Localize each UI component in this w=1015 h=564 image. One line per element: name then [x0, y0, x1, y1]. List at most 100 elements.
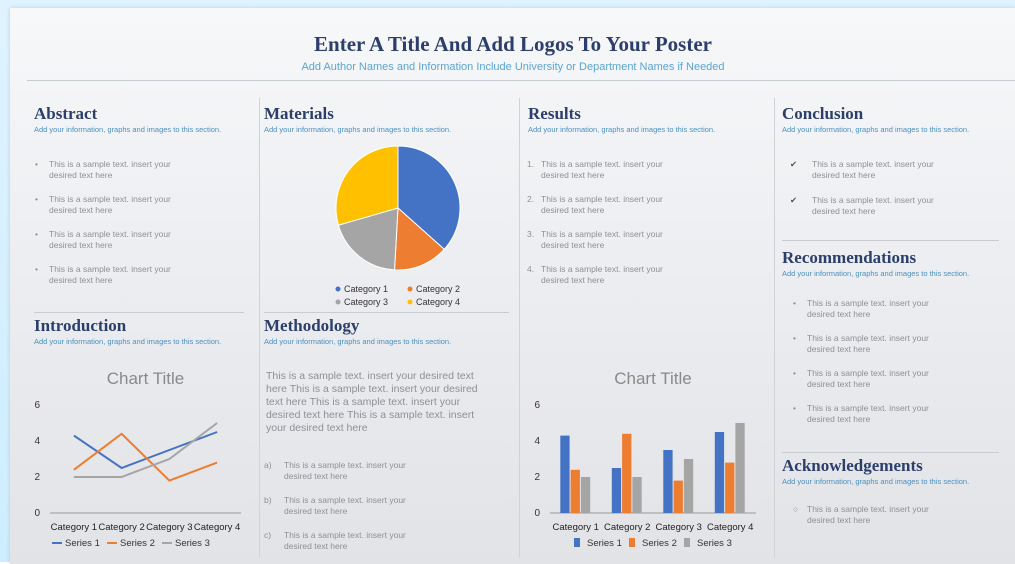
- legend-label: Series 2: [642, 538, 677, 549]
- list-item-text: This is a sample text. insert your desir…: [807, 368, 929, 389]
- list-marker: 4.: [527, 264, 535, 274]
- section-divider: [34, 312, 244, 313]
- bar: [673, 480, 683, 513]
- section-divider: [264, 312, 509, 313]
- column-divider: [519, 98, 520, 558]
- bar: [611, 468, 622, 513]
- x-tick-label: Category 4: [707, 522, 753, 533]
- list-item-text: This is a sample text. insert your desir…: [541, 159, 663, 180]
- list-item-text: This is a sample text. insert your desir…: [541, 194, 663, 215]
- materials-title: Materials: [264, 104, 334, 123]
- list-item-text: This is a sample text. insert your desir…: [807, 333, 929, 354]
- acknowledgements-title: Acknowledgements: [782, 456, 923, 475]
- list-marker: 2.: [527, 194, 535, 204]
- list-marker: 3.: [527, 229, 535, 239]
- bar: [725, 462, 735, 513]
- legend-swatch: [407, 286, 413, 292]
- list-marker: a): [264, 460, 272, 470]
- list-marker: •: [793, 403, 796, 413]
- list-marker: ✔: [790, 195, 798, 205]
- legend-swatch: [574, 538, 580, 547]
- abstract-title: Abstract: [34, 104, 98, 123]
- list-marker: ○: [793, 504, 799, 514]
- list-marker: •: [35, 229, 38, 239]
- y-tick-label: 0: [534, 508, 540, 519]
- bar: [632, 477, 642, 513]
- list-item-text: This is a sample text. insert your desir…: [807, 403, 929, 424]
- list-item-text: This is a sample text. insert your desir…: [284, 460, 406, 481]
- list-item-text: This is a sample text. insert your desir…: [49, 159, 171, 180]
- series-line: [73, 431, 218, 470]
- acknowledgements-subtitle: Add your information, graphs and images …: [782, 477, 970, 486]
- x-tick-label: Category 4: [194, 522, 240, 533]
- x-tick-label: Category 2: [604, 522, 650, 533]
- y-tick-label: 2: [534, 472, 540, 483]
- legend-label: Category 2: [416, 284, 460, 294]
- legend-swatch: [407, 299, 413, 305]
- y-tick-label: 4: [34, 436, 40, 447]
- legend-swatch: [629, 538, 635, 547]
- list-marker: •: [35, 264, 38, 274]
- legend-label: Category 4: [416, 297, 460, 307]
- bar-chart: Chart Title 0 2 4 6 Category 1 Category 2 Categ…: [534, 369, 756, 549]
- bar: [735, 423, 745, 513]
- legend-swatch: [335, 286, 341, 292]
- list-marker: •: [793, 333, 796, 343]
- poster-subtitle: Add Author Names and Information Include…: [301, 61, 725, 73]
- materials-subtitle: Add your information, graphs and images …: [264, 125, 452, 134]
- list-marker: •: [35, 194, 38, 204]
- list-item-text: This is a sample text. insert your desir…: [49, 264, 171, 285]
- list-item-text: This is a sample text. insert your desir…: [49, 229, 171, 250]
- chart-title: Chart Title: [107, 369, 184, 388]
- legend-label: Series 3: [175, 538, 210, 549]
- bar: [714, 432, 725, 513]
- chart-title: Chart Title: [614, 369, 691, 388]
- legend-swatch: [335, 299, 341, 305]
- y-tick-label: 6: [34, 400, 40, 411]
- x-tick-label: Category 3: [656, 522, 702, 533]
- recommendations-subtitle: Add your information, graphs and images …: [782, 269, 970, 278]
- y-tick-label: 2: [34, 472, 40, 483]
- list-item-text: This is a sample text. insert your desir…: [807, 504, 929, 525]
- conclusion-title: Conclusion: [782, 104, 864, 123]
- poster: Enter A Title And Add Logos To Your Post…: [10, 8, 1015, 564]
- x-tick-label: Category 2: [98, 522, 144, 533]
- list-marker: b): [264, 495, 272, 505]
- bar: [622, 433, 632, 513]
- list-marker: •: [793, 298, 796, 308]
- conclusion-subtitle: Add your information, graphs and images …: [782, 125, 970, 134]
- legend-label: Category 1: [344, 284, 388, 294]
- abstract-subtitle: Add your information, graphs and images …: [34, 125, 222, 134]
- x-tick-label: Category 1: [51, 522, 97, 533]
- list-marker: c): [264, 530, 272, 540]
- methodology-title: Methodology: [264, 316, 360, 335]
- list-item-text: This is a sample text. insert your desir…: [807, 298, 929, 319]
- list-marker: •: [35, 159, 38, 169]
- list-marker: •: [793, 368, 796, 378]
- bar: [570, 469, 580, 513]
- list-item-text: This is a sample text. insert your desir…: [812, 195, 934, 216]
- bar: [560, 435, 570, 513]
- legend-label: Category 3: [344, 297, 388, 307]
- y-tick-label: 0: [34, 508, 40, 519]
- section-divider: [782, 452, 999, 453]
- list-item-text: This is a sample text. insert your desir…: [541, 264, 663, 285]
- column-divider: [259, 98, 260, 558]
- y-tick-label: 4: [534, 436, 540, 447]
- section-divider: [782, 240, 999, 241]
- column-divider: [774, 98, 775, 558]
- bar: [683, 459, 694, 513]
- legend-swatch: [684, 538, 690, 547]
- list-marker: ✔: [790, 159, 798, 169]
- results-subtitle: Add your information, graphs and images …: [528, 125, 716, 134]
- legend-label: Series 1: [65, 538, 100, 549]
- legend-label: Series 3: [697, 538, 732, 549]
- bar: [580, 477, 591, 513]
- list-item-text: This is a sample text. insert your desir…: [49, 194, 171, 215]
- list-marker: 1.: [527, 159, 535, 169]
- recommendations-title: Recommendations: [782, 248, 917, 267]
- legend-label: Series 2: [120, 538, 155, 549]
- introduction-subtitle: Add your information, graphs and images …: [34, 337, 222, 346]
- x-tick-label: Category 3: [146, 522, 192, 533]
- y-tick-label: 6: [534, 400, 540, 411]
